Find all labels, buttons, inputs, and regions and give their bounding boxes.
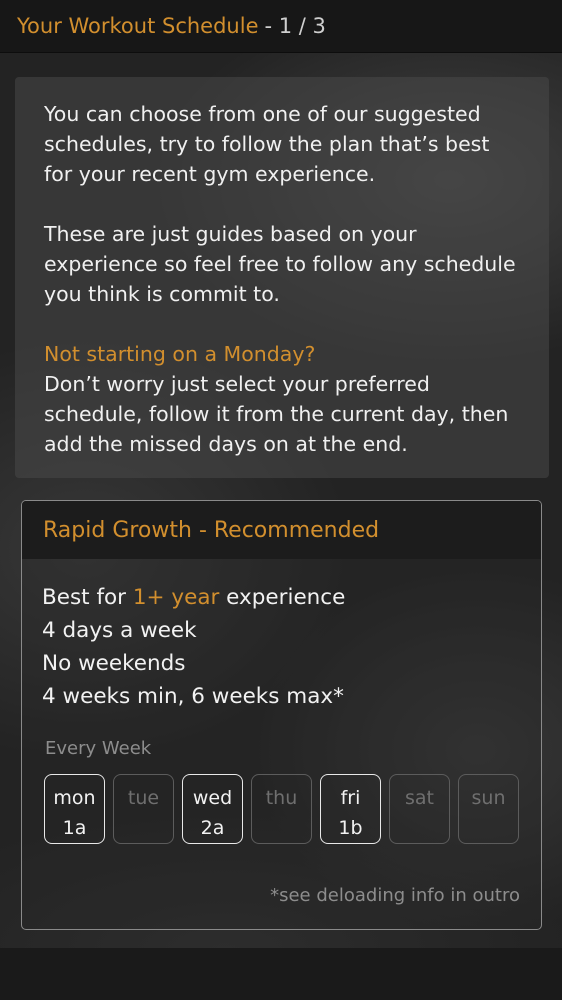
day-mon: mon 1a [44, 774, 105, 844]
day-tue: tue [113, 774, 174, 844]
day-name: mon [53, 787, 96, 809]
intro-question: Not starting on a Monday? [44, 342, 316, 366]
step-indicator: - 1 / 3 [264, 14, 326, 38]
day-code: 1a [62, 817, 87, 839]
day-code: 1b [338, 817, 363, 839]
day-sat: sat [389, 774, 450, 844]
schedule-details: Best for 1+ year experience 4 days a wee… [22, 559, 541, 713]
intro-paragraph-3: Not starting on a Monday? Don’t worry ju… [44, 339, 521, 459]
weekends-info: No weekends [42, 651, 186, 676]
day-wed: wed 2a [182, 774, 243, 844]
duration-info: 4 weeks min, 6 weeks max* [42, 684, 344, 709]
top-app-bar: Your Workout Schedule - 1 / 3 [0, 0, 562, 53]
day-fri: fri 1b [320, 774, 381, 844]
day-name: wed [192, 787, 233, 809]
day-code: 2a [200, 817, 225, 839]
intro-panel: You can choose from one of our suggested… [15, 77, 549, 478]
intro-paragraph-2: These are just guides based on your expe… [44, 222, 516, 306]
bottom-bar [0, 948, 562, 1000]
day-name: thu [265, 787, 298, 809]
experience-value: 1+ year [132, 585, 220, 610]
schedule-card-header: Rapid Growth - Recommended [22, 501, 541, 559]
day-name: sat [405, 787, 434, 809]
intro-answer: Don’t worry just select your preferred s… [44, 372, 509, 456]
day-sun: sun [458, 774, 519, 844]
page-title: Your Workout Schedule [17, 14, 259, 38]
weekday-row: mon 1a tue wed 2a thu fri 1b sat sun [44, 774, 519, 844]
days-per-week: 4 days a week [42, 618, 197, 643]
day-name: fri [340, 787, 361, 809]
schedule-title: Rapid Growth - Recommended [43, 517, 380, 543]
day-thu: thu [251, 774, 312, 844]
schedule-card-rapid-growth[interactable]: Rapid Growth - Recommended Best for 1+ y… [21, 500, 542, 930]
deloading-footnote: *see deloading info in outro [270, 885, 520, 906]
intro-paragraph-1: You can choose from one of our suggested… [44, 102, 490, 186]
experience-line: Best for 1+ year experience [42, 585, 346, 610]
day-name: sun [471, 787, 506, 809]
frequency-label: Every Week [45, 738, 152, 759]
day-name: tue [127, 787, 160, 809]
